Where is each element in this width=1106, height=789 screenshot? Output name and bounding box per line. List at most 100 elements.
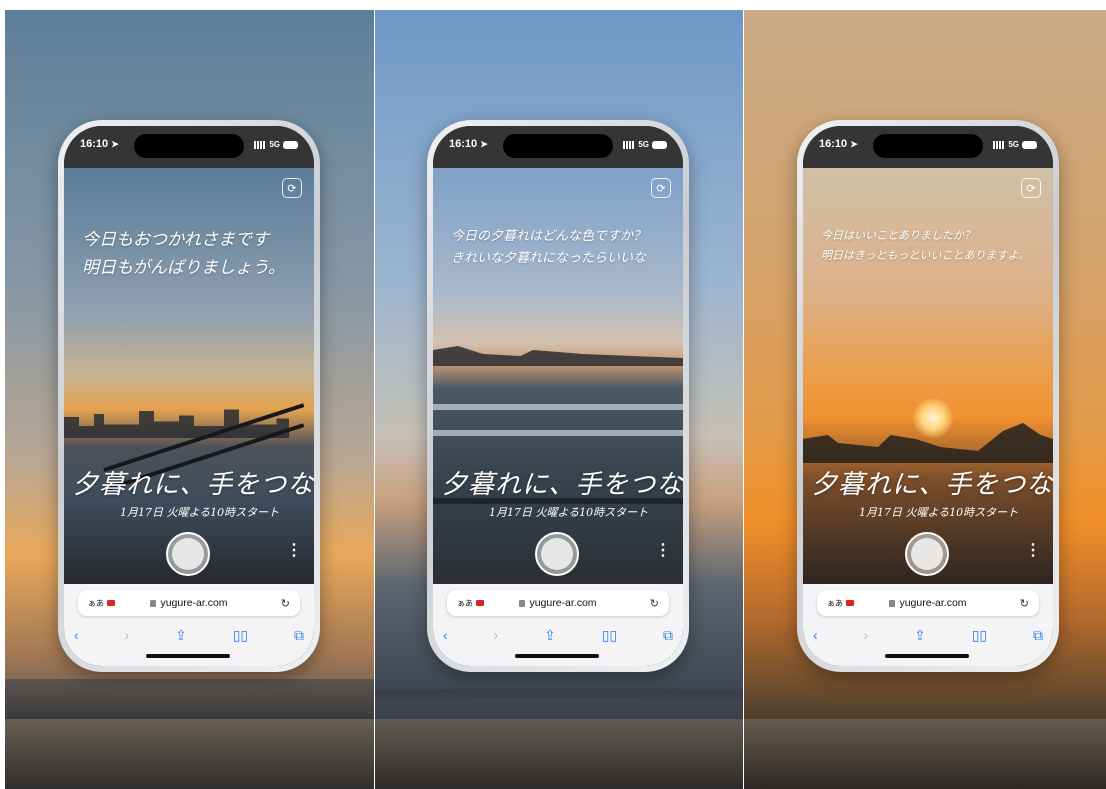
browser-toolbar: ‹ › ⇪ ▯▯ ⧉	[813, 624, 1043, 646]
message-line: 明日もがんばりましょう。	[82, 258, 285, 278]
lock-icon	[889, 599, 896, 607]
status-bar: 16:10 ➤ 5G	[803, 126, 1053, 168]
share-icon[interactable]: ⇪	[914, 627, 926, 644]
railing	[433, 430, 683, 436]
forward-icon[interactable]: ›	[125, 627, 130, 643]
address-bar[interactable]: ぁあ yugure-ar.com ↻	[817, 590, 1039, 616]
back-icon[interactable]: ‹	[813, 627, 818, 643]
phone-screen: 16:10 ➤ 5G ⟳ 今日もおつかれさまです 明日もがんばりましょう。 夕暮…	[64, 126, 314, 666]
url-text: yugure-ar.com	[817, 597, 1039, 609]
broadcast-date: 1月17日 火曜よる10時スタート	[489, 506, 649, 519]
shutter-button[interactable]	[166, 532, 210, 576]
bookmarks-icon[interactable]: ▯▯	[233, 627, 248, 644]
status-time: 16:10 ➤	[819, 138, 858, 150]
tabs-icon[interactable]: ⧉	[1033, 627, 1043, 644]
river-water	[5, 719, 374, 789]
status-indicators: 5G	[993, 140, 1037, 149]
reload-icon[interactable]: ↻	[650, 597, 659, 610]
phone-screen: 16:10 ➤ 5G ⟳ 今日はいいことありましたか？ 明日はきっともっといいこ…	[803, 126, 1053, 666]
browser-bar: ぁあ yugure-ar.com ↻ ‹ › ⇪ ▯▯ ⧉	[803, 584, 1053, 666]
message-text: 今日はいいことありましたか？ 明日はきっともっといいことありますよ。	[821, 226, 1043, 266]
address-bar[interactable]: ぁあ yugure-ar.com ↻	[447, 590, 669, 616]
address-bar[interactable]: ぁあ yugure-ar.com ↻	[78, 590, 300, 616]
dynamic-island	[873, 134, 983, 158]
message-line: 今日の夕暮れはどんな色ですか？	[451, 229, 647, 244]
phone-screen: 16:10 ➤ 5G ⟳ 今日の夕暮れはどんな色ですか？ きれいな夕暮れになった…	[433, 126, 683, 666]
location-arrow-icon: ➤	[480, 139, 488, 149]
more-options-icon[interactable]: ⋮	[286, 540, 302, 560]
battery-icon	[283, 140, 298, 149]
harbor-water	[375, 719, 743, 789]
phone-mockup-3: 16:10 ➤ 5G ⟳ 今日はいいことありましたか？ 明日はきっともっといいこ…	[797, 120, 1059, 672]
broadcast-date: 1月17日 火曜よる10時スタート	[120, 506, 280, 519]
broadcast-date: 1月17日 火曜よる10時スタート	[859, 506, 1019, 519]
tabs-icon[interactable]: ⧉	[294, 627, 304, 644]
message-line: 明日はきっともっといいことありますよ。	[821, 249, 1030, 262]
back-icon[interactable]: ‹	[443, 627, 448, 643]
network-type: 5G	[269, 140, 280, 149]
dynamic-island	[134, 134, 244, 158]
tabs-icon[interactable]: ⧉	[663, 627, 673, 644]
message-text: 今日の夕暮れはどんな色ですか？ きれいな夕暮れになったらいいな	[451, 226, 673, 270]
battery-icon	[1022, 140, 1037, 149]
status-bar: 16:10 ➤ 5G	[64, 126, 314, 168]
url-text: yugure-ar.com	[447, 597, 669, 609]
browser-toolbar: ‹ › ⇪ ▯▯ ⧉	[443, 624, 673, 646]
harbor-skyline	[433, 346, 683, 366]
home-indicator	[885, 654, 969, 658]
phone-mockup-2: 16:10 ➤ 5G ⟳ 今日の夕暮れはどんな色ですか？ きれいな夕暮れになった…	[427, 120, 689, 672]
status-time: 16:10 ➤	[449, 138, 488, 150]
bridge-silhouette	[5, 679, 374, 719]
signal-bars-icon	[623, 140, 636, 149]
more-options-icon[interactable]: ⋮	[655, 540, 671, 560]
reload-icon[interactable]: ↻	[1020, 597, 1029, 610]
shutter-button[interactable]	[905, 532, 949, 576]
location-arrow-icon: ➤	[111, 139, 119, 149]
railing-bar	[375, 689, 743, 699]
town-silhouette	[744, 719, 1106, 789]
back-icon[interactable]: ‹	[74, 627, 79, 643]
tagline: 夕暮れに、手をつなぐ	[72, 470, 314, 500]
network-type: 5G	[638, 140, 649, 149]
home-indicator	[515, 654, 599, 658]
url-text: yugure-ar.com	[78, 597, 300, 609]
browser-toolbar: ‹ › ⇪ ▯▯ ⧉	[74, 624, 304, 646]
phone-mockup-1: 16:10 ➤ 5G ⟳ 今日もおつかれさまです 明日もがんばりましょう。 夕暮…	[58, 120, 320, 672]
more-options-icon[interactable]: ⋮	[1025, 540, 1041, 560]
forward-icon[interactable]: ›	[494, 627, 499, 643]
message-line: きれいな夕暮れになったらいいな	[451, 251, 647, 266]
network-type: 5G	[1008, 140, 1019, 149]
status-time: 16:10 ➤	[80, 138, 119, 150]
status-indicators: 5G	[623, 140, 667, 149]
battery-icon	[652, 140, 667, 149]
share-icon[interactable]: ⇪	[544, 627, 556, 644]
browser-bar: ぁあ yugure-ar.com ↻ ‹ › ⇪ ▯▯ ⧉	[64, 584, 314, 666]
tagline: 夕暮れに、手をつなぐ	[811, 470, 1053, 500]
bookmarks-icon[interactable]: ▯▯	[972, 627, 987, 644]
bookmarks-icon[interactable]: ▯▯	[602, 627, 617, 644]
lock-icon	[519, 599, 526, 607]
shutter-button[interactable]	[535, 532, 579, 576]
camera-switch-icon[interactable]: ⟳	[651, 178, 671, 198]
message-line: 今日もおつかれさまです	[82, 230, 269, 250]
message-text: 今日もおつかれさまです 明日もがんばりましょう。	[82, 226, 304, 282]
lock-icon	[150, 599, 157, 607]
signal-bars-icon	[993, 140, 1006, 149]
dynamic-island	[503, 134, 613, 158]
camera-switch-icon[interactable]: ⟳	[282, 178, 302, 198]
share-icon[interactable]: ⇪	[175, 627, 187, 644]
forward-icon[interactable]: ›	[864, 627, 869, 643]
browser-bar: ぁあ yugure-ar.com ↻ ‹ › ⇪ ▯▯ ⧉	[433, 584, 683, 666]
camera-view: ⟳ 今日はいいことありましたか？ 明日はきっともっといいことありますよ。 夕暮れ…	[803, 168, 1053, 584]
camera-switch-icon[interactable]: ⟳	[1021, 178, 1041, 198]
message-line: 今日はいいことありましたか？	[821, 229, 975, 242]
signal-bars-icon	[254, 140, 267, 149]
status-bar: 16:10 ➤ 5G	[433, 126, 683, 168]
camera-view: ⟳ 今日の夕暮れはどんな色ですか？ きれいな夕暮れになったらいいな 夕暮れに、手…	[433, 168, 683, 584]
sun	[913, 398, 953, 438]
railing	[433, 404, 683, 410]
status-indicators: 5G	[254, 140, 298, 149]
home-indicator	[146, 654, 230, 658]
camera-view: ⟳ 今日もおつかれさまです 明日もがんばりましょう。 夕暮れに、手をつなぐ 1月…	[64, 168, 314, 584]
reload-icon[interactable]: ↻	[281, 597, 290, 610]
